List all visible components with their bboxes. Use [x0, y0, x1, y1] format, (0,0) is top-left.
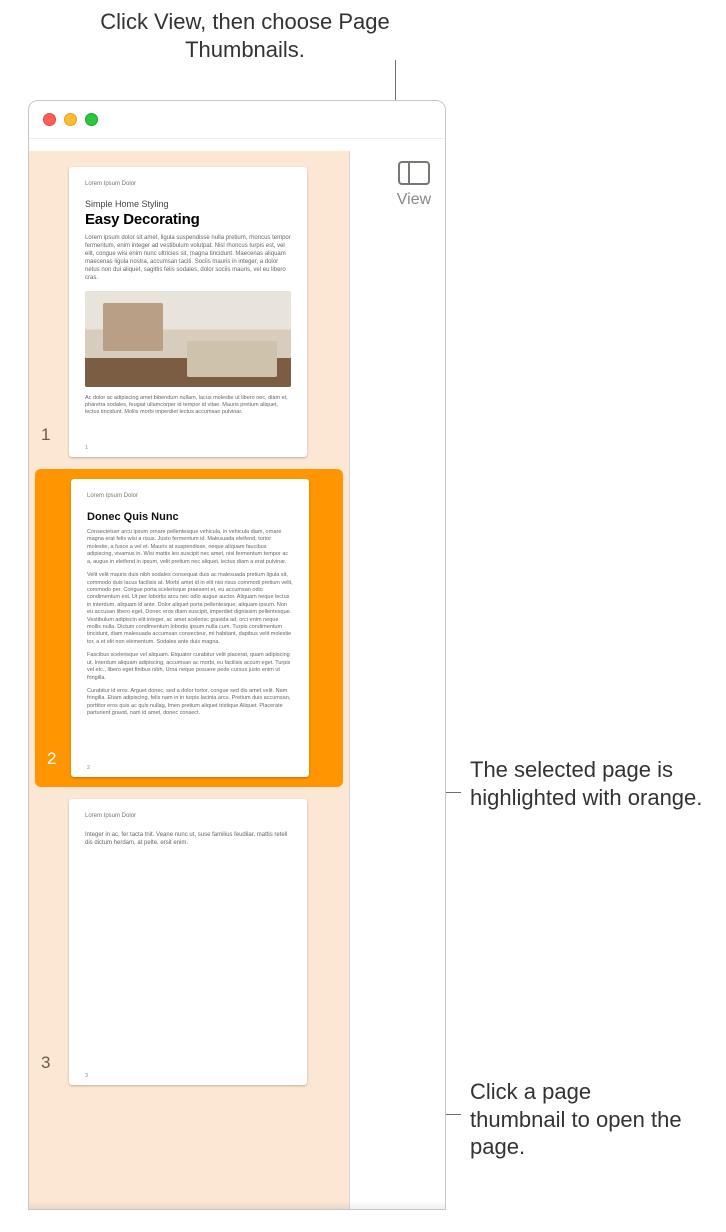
- photo-placeholder: [85, 291, 291, 387]
- callout-selected-highlight: The selected page is highlighted with or…: [470, 756, 710, 811]
- page-preview: Lorem Ipsum Dolor Simple Home Styling Ea…: [69, 167, 307, 457]
- body-text: Curabitur id eros. Arguet donec, sed a d…: [87, 688, 293, 718]
- page-preview: Lorem Ipsum Dolor Donec Quis Nunc Consec…: [71, 479, 309, 777]
- page-preview: Lorem Ipsum Dolor Integer in ac, fer tac…: [69, 799, 307, 1085]
- running-header: Lorem Ipsum Dolor: [85, 181, 291, 187]
- page-number: 1: [41, 425, 50, 445]
- window-minimize-button[interactable]: [64, 113, 77, 126]
- body-text: Lorem ipsum dolor sit amet, ligula suspe…: [85, 234, 291, 283]
- running-header: Lorem Ipsum Dolor: [85, 813, 291, 819]
- doc-title: Easy Decorating: [85, 211, 291, 228]
- sidebar-icon: [398, 161, 430, 185]
- doc-overline: Simple Home Styling: [85, 199, 291, 209]
- body-text: Ac dolor ac adipiscing amet bibendum nul…: [85, 395, 291, 417]
- toolbar-view-label: View: [384, 191, 444, 209]
- window-bottom-fade: [29, 1201, 445, 1209]
- page-thumbnails-sidebar: 1 Lorem Ipsum Dolor Simple Home Styling …: [29, 151, 349, 1209]
- window-zoom-button[interactable]: [85, 113, 98, 126]
- sidebar-divider: [349, 151, 350, 1209]
- body-text: Fascibus scelerisque vel aliquam. Etquat…: [87, 652, 293, 682]
- page-footer-number: 1: [85, 445, 88, 451]
- page-footer-number: 3: [85, 1073, 88, 1079]
- window-close-button[interactable]: [43, 113, 56, 126]
- window-titlebar: [29, 101, 445, 139]
- body-text: Velit velit mauris duis nibh sodales con…: [87, 572, 293, 646]
- toolbar-view-button[interactable]: View: [384, 161, 444, 209]
- callout-click-thumbnail: Click a page thumbnail to open the page.: [470, 1078, 690, 1161]
- doc-heading: Donec Quis Nunc: [87, 511, 293, 523]
- body-text: Integer in ac, fer tacta tnit. Veane nun…: [85, 831, 291, 847]
- app-window: View 1 Lorem Ipsum Dolor Simple Home Sty…: [28, 100, 446, 1210]
- body-text: Consectetuer arcu ipsum ornare pellentes…: [87, 529, 293, 566]
- page-number: 3: [41, 1053, 50, 1073]
- running-header: Lorem Ipsum Dolor: [87, 493, 293, 499]
- page-number: 2: [47, 749, 56, 769]
- page-footer-number: 2: [87, 765, 90, 771]
- page-thumbnail-1[interactable]: 1 Lorem Ipsum Dolor Simple Home Styling …: [29, 161, 349, 463]
- page-thumbnail-3[interactable]: 3 Lorem Ipsum Dolor Integer in ac, fer t…: [29, 793, 349, 1091]
- page-thumbnail-2[interactable]: 2 Lorem Ipsum Dolor Donec Quis Nunc Cons…: [35, 469, 343, 787]
- callout-view-menu: Click View, then choose Page Thumbnails.: [100, 8, 390, 63]
